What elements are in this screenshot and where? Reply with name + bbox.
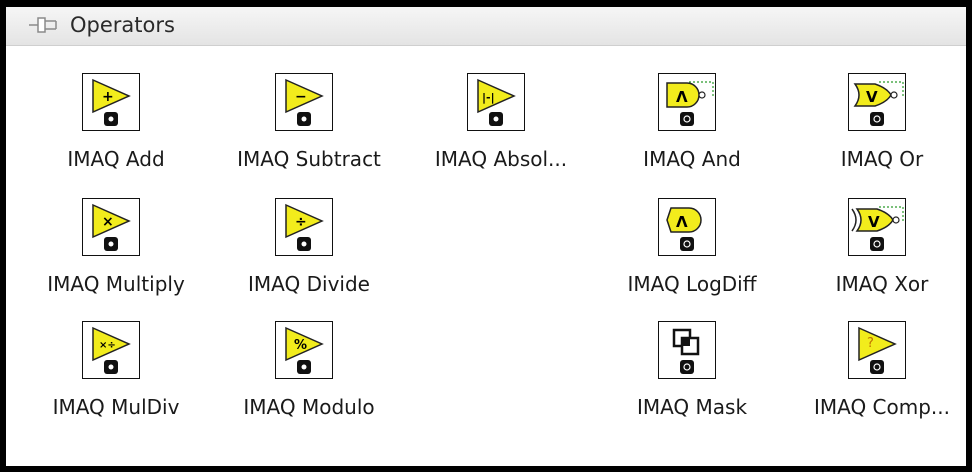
or-symbol: V: [866, 88, 878, 106]
imaq-logdiff-icon[interactable]: Λ: [658, 198, 716, 256]
imaq-logdiff-label: IMAQ LogDiff: [627, 272, 757, 296]
imaq-absolute-label: IMAQ Absol...: [434, 147, 568, 171]
imaq-divide-icon[interactable]: ÷: [275, 198, 333, 256]
imaq-compare-icon[interactable]: ?: [848, 321, 906, 379]
imaq-and-icon[interactable]: Λ: [658, 73, 716, 131]
imaq-modulo-label: IMAQ Modulo: [243, 395, 375, 419]
imaq-muldiv-icon[interactable]: ×÷: [82, 321, 140, 379]
compare-symbol: ?: [867, 336, 874, 351]
imaq-compare-label: IMAQ Comp...: [813, 395, 951, 419]
palette-item-imaq-logdiff[interactable]: Λ IMAQ LogDiff: [592, 188, 792, 312]
add-symbol: +: [102, 89, 114, 105]
palette-item-imaq-mask[interactable]: IMAQ Mask: [592, 311, 792, 435]
palette-item-imaq-or[interactable]: V IMAQ Or: [782, 63, 972, 187]
imaq-muldiv-label: IMAQ MulDiv: [52, 395, 180, 419]
imaq-subtract-icon[interactable]: −: [275, 73, 333, 131]
palette-item-imaq-and[interactable]: Λ IMAQ And: [592, 63, 792, 187]
imaq-or-label: IMAQ Or: [840, 147, 924, 171]
imaq-add-icon[interactable]: +: [82, 73, 140, 131]
imaq-add-label: IMAQ Add: [67, 147, 165, 171]
palette-header[interactable]: Operators: [6, 7, 966, 46]
imaq-multiply-icon[interactable]: ×: [82, 198, 140, 256]
divide-symbol: ÷: [295, 214, 307, 230]
imaq-multiply-label: IMAQ Multiply: [47, 272, 185, 296]
palette-item-imaq-compare[interactable]: ? IMAQ Comp...: [782, 311, 972, 435]
palette-item-imaq-multiply[interactable]: × IMAQ Multiply: [16, 188, 216, 312]
imaq-mask-label: IMAQ Mask: [636, 395, 748, 419]
palette-item-imaq-xor[interactable]: V IMAQ Xor: [782, 188, 972, 312]
imaq-absolute-icon[interactable]: |-|: [467, 73, 525, 131]
imaq-subtract-label: IMAQ Subtract: [237, 147, 381, 171]
and-symbol: Λ: [676, 88, 688, 106]
logdiff-symbol: Λ: [676, 213, 688, 231]
imaq-or-icon[interactable]: V: [848, 73, 906, 131]
imaq-xor-label: IMAQ Xor: [835, 272, 929, 296]
imaq-modulo-icon[interactable]: %: [275, 321, 333, 379]
xor-symbol: V: [868, 213, 880, 231]
imaq-divide-label: IMAQ Divide: [248, 272, 370, 296]
modulo-symbol: %: [294, 338, 307, 353]
pin-icon[interactable]: [28, 13, 58, 37]
palette-grid: + IMAQ Add − IMAQ Subtract |-| IMAQ Abso…: [6, 46, 966, 466]
imaq-and-label: IMAQ And: [643, 147, 741, 171]
palette-item-imaq-subtract[interactable]: − IMAQ Subtract: [209, 63, 409, 187]
imaq-xor-icon[interactable]: V: [848, 198, 906, 256]
imaq-mask-icon[interactable]: [658, 321, 716, 379]
muldiv-symbol: ×÷: [99, 340, 116, 351]
absolute-symbol: |-|: [482, 91, 495, 104]
subtract-symbol: −: [295, 89, 307, 105]
palette-item-imaq-modulo[interactable]: % IMAQ Modulo: [209, 311, 409, 435]
palette-item-imaq-absolute[interactable]: |-| IMAQ Absol...: [401, 63, 601, 187]
palette-title: Operators: [70, 13, 175, 37]
palette-item-imaq-add[interactable]: + IMAQ Add: [16, 63, 216, 187]
palette-window: Operators + IMAQ Add − IMAQ Subtract |-|…: [0, 0, 972, 472]
mask-symbol-icon: [672, 328, 700, 374]
palette-item-imaq-muldiv[interactable]: ×÷ IMAQ MulDiv: [16, 311, 216, 435]
palette-item-imaq-divide[interactable]: ÷ IMAQ Divide: [209, 188, 409, 312]
multiply-symbol: ×: [102, 214, 114, 230]
